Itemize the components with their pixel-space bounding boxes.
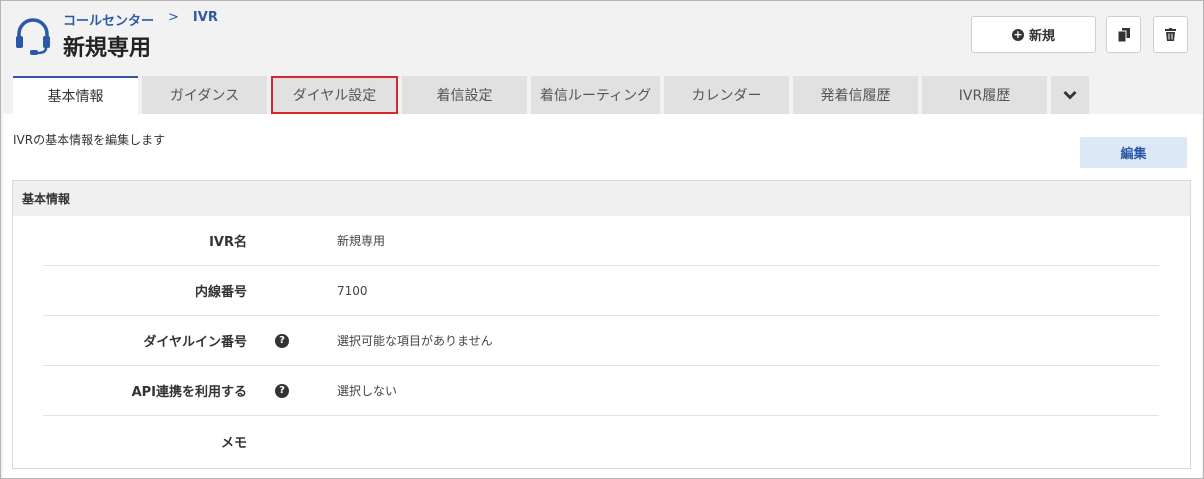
field-label: ダイヤルイン番号 [143, 335, 247, 350]
page-title: 新規専用 [63, 36, 152, 61]
tab-call-history[interactable]: 発着信履歴 [793, 76, 918, 114]
tab-incoming-routing[interactable]: 着信ルーティング [531, 76, 660, 114]
tab-incoming-settings[interactable]: 着信設定 [402, 76, 527, 114]
new-button[interactable]: + 新規 [971, 16, 1096, 53]
trash-icon [1165, 28, 1176, 41]
tab-label: 基本情報 [47, 89, 104, 105]
field-label: IVR名 [209, 235, 247, 250]
tab-label: 着信ルーティング [539, 88, 652, 104]
page-description: IVRの基本情報を編集します [13, 133, 166, 147]
breadcrumb-parent-link[interactable]: コールセンター [63, 10, 154, 29]
basic-info-panel: 基本情報 IVR名 新規専用 内線番号 7100 ダイヤルイン番号 ? 選択可能… [12, 180, 1191, 469]
copy-icon [1117, 27, 1130, 42]
field-label: API連携を利用する [131, 385, 247, 400]
tab-more-button[interactable] [1051, 76, 1089, 114]
copy-button[interactable] [1106, 16, 1141, 53]
field-value: 7100 [337, 283, 368, 298]
tab-label: ダイヤル設定 [292, 88, 377, 104]
tab-basic-info[interactable]: 基本情報 [13, 76, 138, 114]
field-value: 新規専用 [337, 234, 386, 248]
tab-content: IVRの基本情報を編集します 編集 基本情報 IVR名 新規専用 内線番号 71… [3, 114, 1202, 478]
edit-button[interactable]: 編集 [1080, 137, 1187, 168]
tab-bar: 基本情報 ガイダンス ダイヤル設定 着信設定 着信ルーティング カレンダー 発着… [13, 76, 1089, 114]
new-button-label: 新規 [1028, 29, 1055, 44]
breadcrumb-separator: > [168, 10, 179, 25]
tab-guidance[interactable]: ガイダンス [142, 76, 267, 114]
field-row-extension: 内線番号 7100 [43, 266, 1159, 316]
tab-label: IVR履歴 [958, 88, 1011, 104]
field-row-ivr-name: IVR名 新規専用 [43, 216, 1159, 266]
field-row-memo: メモ [43, 416, 1159, 466]
help-icon[interactable]: ? [275, 383, 289, 398]
field-label: メモ [220, 435, 247, 451]
delete-button[interactable] [1153, 16, 1188, 53]
help-icon[interactable]: ? [275, 333, 289, 348]
tab-label: 着信設定 [436, 88, 493, 104]
field-row-api: API連携を利用する ? 選択しない [43, 366, 1159, 416]
tab-calendar[interactable]: カレンダー [664, 76, 789, 114]
panel-title: 基本情報 [13, 181, 1190, 216]
breadcrumb: コールセンター > IVR [63, 10, 218, 29]
field-value: 選択可能な項目がありません [337, 334, 493, 348]
panel-title-text: 基本情報 [22, 192, 71, 206]
field-label: 内線番号 [194, 285, 247, 300]
tab-label: カレンダー [691, 88, 762, 104]
tab-label: 発着信履歴 [820, 88, 891, 104]
tab-ivr-history[interactable]: IVR履歴 [922, 76, 1047, 114]
app-frame: コールセンター > IVR 新規専用 + 新規 基本情報 ガイダンス ダイヤル設… [0, 0, 1204, 479]
tab-label: ガイダンス [169, 88, 240, 104]
plus-circle-icon: + [1011, 27, 1024, 41]
edit-button-label: 編集 [1120, 147, 1147, 162]
chevron-down-icon [1063, 91, 1077, 100]
headset-icon [16, 18, 50, 55]
field-row-dial-in: ダイヤルイン番号 ? 選択可能な項目がありません [43, 316, 1159, 366]
breadcrumb-current[interactable]: IVR [193, 10, 218, 29]
field-value: 選択しない [337, 384, 398, 398]
tab-dial-settings[interactable]: ダイヤル設定 [271, 76, 398, 114]
